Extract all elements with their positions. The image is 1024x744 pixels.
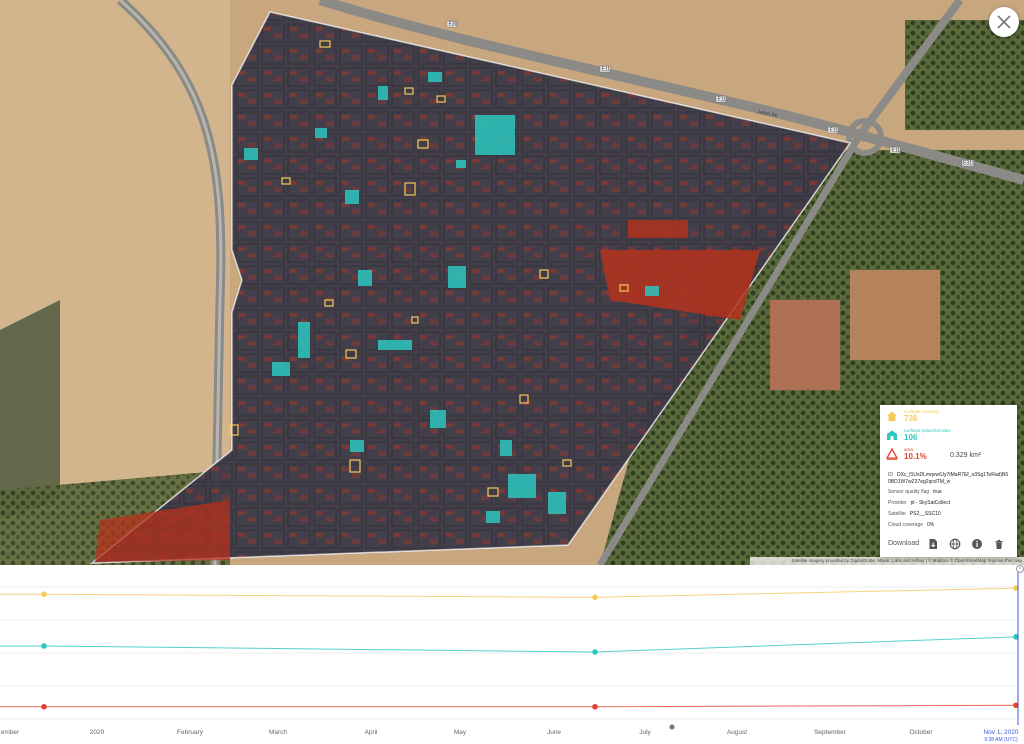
factory-icon [887,430,897,440]
series-point-rooftops-counting [41,591,47,598]
panel-actions: Download [880,536,1017,554]
close-icon [997,15,1011,29]
series-point-rooftops-industrial-sites [41,643,47,649]
download-label: Download [888,540,920,547]
month-label[interactable]: ember [1,729,19,736]
satellite-imagery: E30 E11 E11 E11 E11 E311 Jebel Ali [0,0,1024,565]
timeline-scroll-handle[interactable]: ⌃ [1016,565,1024,573]
road-label: E11 [602,67,611,73]
month-label[interactable]: April [364,729,377,736]
trash-icon[interactable] [993,538,1005,550]
stat-area: area 10.1% 0.329 km² [886,447,1012,461]
stat-value: 106 [904,433,918,442]
month-label[interactable]: September [814,729,846,736]
series-point-rooftops-industrial-sites [592,649,598,655]
map-attribution[interactable]: Satellite imagery provided by DigitalGlo… [750,557,1024,565]
timeline-cursor-dot [669,724,675,730]
series-point-area [41,703,47,710]
timeline-series [0,585,1019,710]
series-line-rooftops-counting [0,587,1017,598]
image-id: ID DXc_f1UsDLmqvw/Uy7tMaR7Ef_o3Sg1TeRad)B… [888,472,1010,486]
meta-key: Satellite [888,511,906,517]
road-label: E11 [830,128,839,134]
stat-rooftops-counting: rooftops-counting 736 [886,409,939,423]
info-icon[interactable] [971,538,983,550]
satellite-map[interactable]: E30 E11 E11 E11 E11 E311 Jebel Ali Satel… [0,0,1024,565]
month-label[interactable]: October [909,729,932,736]
stat-value: 736 [904,414,918,423]
active-time-label: 9:38 AM (UTC) [984,737,1018,743]
month-label[interactable]: August [727,729,747,736]
meta-satellite: Satellite PS2__SSC10 [888,511,941,518]
close-button[interactable] [989,7,1019,37]
active-date-label: Nov 1, 2020 [983,729,1019,736]
meta-value: PS2__SSC10 [909,511,941,517]
area-km2: 0.329 km² [950,452,982,459]
road-label: E311 [963,161,975,167]
meta-value: true [933,489,942,495]
meta-value: pl - SkySatCollect [910,500,951,506]
globe-icon[interactable] [949,538,961,550]
timeline-grid [0,586,1016,720]
id-value: DXc_f1UsDLmqvw/Uy7tMaR7Ef_o3Sg1TeRad)B60… [888,472,1009,485]
series-point-rooftops-counting [592,594,598,601]
meta-key: Provider [888,500,907,506]
road-label: E11 [718,97,727,103]
meta-provider: Provider pl - SkySatCollect [888,500,950,507]
month-label[interactable]: July [639,729,651,736]
download-file-icon[interactable] [927,538,939,550]
month-label[interactable]: February [177,729,203,736]
month-label[interactable]: May [454,729,466,736]
image-info-panel: rooftops-counting 736 rooftops-industria… [880,405,1017,557]
series-line-rooftops-industrial-sites [0,636,1017,653]
meta-sensor-quality: Sensor quality flag true [888,489,942,496]
timeline-svg [0,567,1019,730]
id-label: ID [888,472,893,478]
meta-key: Cloud coverage [888,522,924,528]
meta-key: Sensor quality flag [888,489,930,495]
meta-value: 0% [927,522,935,528]
month-label[interactable]: March [269,729,287,736]
stat-value: 10.1% [904,452,927,461]
road-label: E30 [449,22,458,28]
month-label[interactable]: 2020 [90,729,104,736]
series-point-area [592,703,598,710]
series-line-area [0,704,1017,708]
month-label[interactable]: June [547,729,561,736]
meta-cloud-coverage: Cloud coverage 0% [888,522,934,529]
warning-icon [886,448,898,460]
road-label: E11 [892,148,901,154]
stat-rooftops-industrial: rooftops-industrial-sites 106 [886,428,951,442]
timeline-chart[interactable]: ⌃ ember 2020 February March April May Ju… [0,565,1024,744]
house-icon [887,411,897,421]
active-date[interactable]: Nov 1, 2020 9:38 AM (UTC) [978,729,1024,743]
